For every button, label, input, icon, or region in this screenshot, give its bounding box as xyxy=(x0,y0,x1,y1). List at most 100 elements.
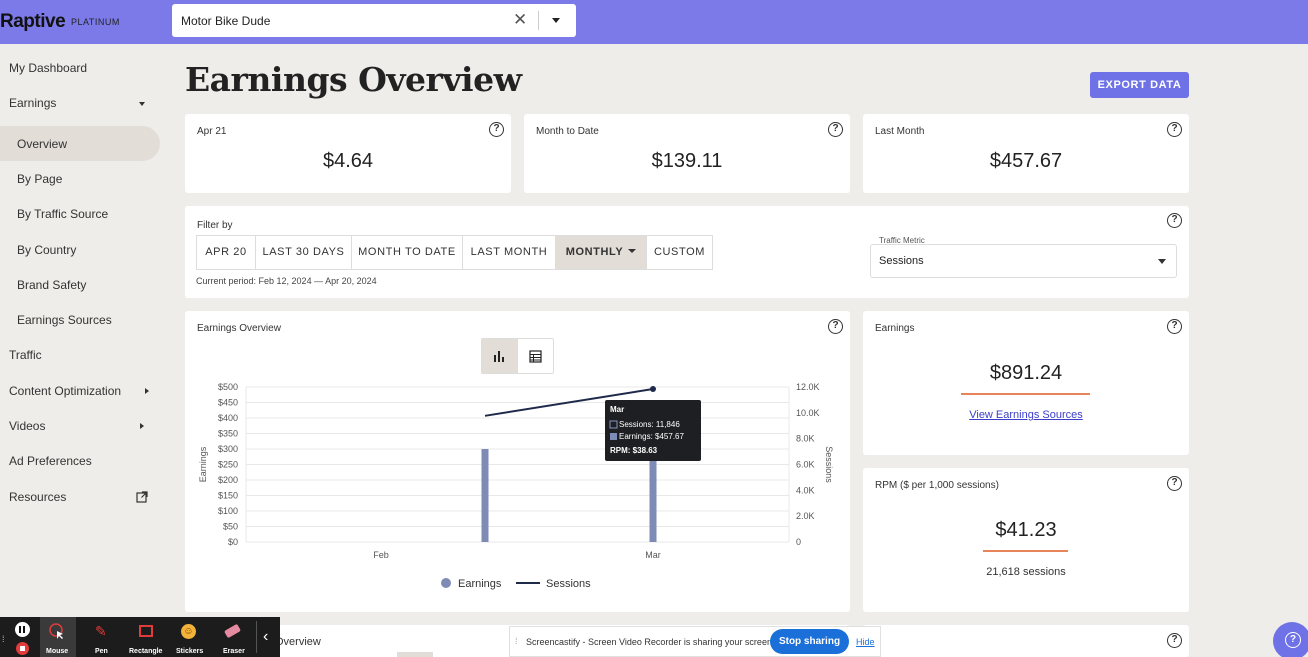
sidebar-item-by-traffic-source[interactable]: By Traffic Source xyxy=(17,207,108,221)
y-tick-label: $300 xyxy=(218,444,238,454)
bottom-card-title: Overview xyxy=(275,636,321,648)
x-tick-label: Mar xyxy=(645,550,661,560)
value-underline xyxy=(983,550,1068,552)
tooltip-rpm: RPM: $38.63 xyxy=(610,446,658,455)
earnings-total-value: $891.24 xyxy=(989,362,1063,384)
mouse-icon[interactable] xyxy=(49,623,66,640)
help-icon[interactable]: ? xyxy=(1167,633,1182,648)
tooltip-title: Mar xyxy=(610,405,624,414)
view-earnings-sources-link[interactable]: View Earnings Sources xyxy=(863,409,1189,421)
sidebar-item-traffic[interactable]: Traffic xyxy=(9,348,42,362)
pause-button[interactable] xyxy=(15,622,30,637)
sidebar-item-earnings[interactable]: Earnings xyxy=(9,96,56,110)
traffic-metric-value: Sessions xyxy=(879,255,924,267)
sidebar-item-overview[interactable]: Overview xyxy=(17,137,67,151)
stop-sharing-button[interactable]: Stop sharing xyxy=(770,629,849,654)
tool-label: Mouse xyxy=(46,648,69,655)
help-icon[interactable]: ? xyxy=(1167,122,1182,137)
legend-earnings-label: Earnings xyxy=(458,578,502,590)
stat-label: Month to Date xyxy=(536,126,599,137)
rpm-sessions: 21,618 sessions xyxy=(986,566,1066,578)
filter-monthly-label: MONTHLY xyxy=(565,246,624,258)
y2-tick-label: 4.0K xyxy=(796,485,815,495)
filter-custom-button[interactable]: CUSTOM xyxy=(646,235,713,270)
page-title: Earnings Overview xyxy=(185,60,522,99)
sidebar-item-by-country[interactable]: By Country xyxy=(17,243,76,257)
stickers-icon[interactable]: ☺ xyxy=(181,624,196,639)
filter-apr20-button[interactable]: APR 20 xyxy=(196,235,256,270)
selector-divider xyxy=(538,11,539,30)
legend-earnings-swatch xyxy=(441,578,451,588)
recorder-toolbar: ⁞ Mouse ✎ Pen Rectangle ☺ Stickers Erase… xyxy=(0,617,280,657)
tool-label: Pen xyxy=(95,648,108,655)
sidebar-item-videos[interactable]: Videos xyxy=(9,419,45,433)
site-selector[interactable]: Motor Bike Dude ✕ xyxy=(172,4,576,37)
collapse-chevron-icon[interactable]: ‹ xyxy=(263,628,268,646)
y2-tick-label: 10.0K xyxy=(796,408,820,418)
drag-handle-icon[interactable]: ⁞ xyxy=(2,634,5,644)
rectangle-icon[interactable] xyxy=(139,625,153,637)
y-tick-label: $450 xyxy=(218,398,238,408)
tier-badge: PLATINUM xyxy=(71,17,120,27)
sidebar-item-earnings-sources[interactable]: Earnings Sources xyxy=(17,313,112,327)
chevron-down-icon[interactable] xyxy=(552,18,560,23)
y2-tick-label: 6.0K xyxy=(796,460,815,470)
hide-link[interactable]: Hide xyxy=(856,637,875,647)
x-tick-label: Feb xyxy=(373,550,389,560)
stat-card-month-to-date: Month to Date ? $139.11 xyxy=(524,114,850,193)
stat-card-apr21: Apr 21 ? $4.64 xyxy=(185,114,511,193)
sidebar-item-resources[interactable]: Resources xyxy=(9,490,66,504)
y-tick-label: $150 xyxy=(218,491,238,501)
filter-monthly-button[interactable]: MONTHLY xyxy=(555,235,647,270)
earnings-card-title: Earnings xyxy=(875,323,915,334)
toolbar-divider xyxy=(256,621,257,653)
tool-label: Stickers xyxy=(176,648,204,655)
help-icon[interactable]: ? xyxy=(1167,476,1182,491)
clear-icon[interactable]: ✕ xyxy=(513,10,527,30)
drag-handle-icon[interactable]: ⁞ xyxy=(515,636,518,646)
help-icon[interactable]: ? xyxy=(1167,213,1182,228)
export-data-button[interactable]: EXPORT DATA xyxy=(1090,72,1189,98)
eraser-icon[interactable] xyxy=(224,623,241,639)
stat-label: Last Month xyxy=(875,126,925,137)
stop-record-button[interactable] xyxy=(16,642,29,655)
y-tick-label: $200 xyxy=(218,475,238,485)
earnings-chart: $500 $450 $400 $350 $300 $250 $200 $150 $100 $50 $… xyxy=(198,382,834,590)
y2-tick-label: 12.0K xyxy=(796,382,820,392)
y-tick-label: $50 xyxy=(223,522,238,532)
tooltip-earnings: Earnings: $457.67 xyxy=(619,432,684,441)
sidebar-item-ad-preferences[interactable]: Ad Preferences xyxy=(9,454,92,468)
chevron-down-icon xyxy=(139,102,145,106)
help-icon: ? xyxy=(1285,632,1301,648)
legend-sessions-label: Sessions xyxy=(546,578,591,590)
view-toggle-partial xyxy=(397,652,433,657)
help-icon[interactable]: ? xyxy=(828,122,843,137)
sidebar-item-content-optimization[interactable]: Content Optimization xyxy=(9,384,121,398)
floating-help-button[interactable]: ? xyxy=(1273,622,1308,657)
share-message: Screencastify - Screen Video Recorder is… xyxy=(526,637,775,647)
stat-card-last-month: Last Month ? $457.67 xyxy=(863,114,1189,193)
earnings-bar xyxy=(481,449,489,542)
rpm-card-title: RPM ($ per 1,000 sessions) xyxy=(875,480,999,491)
value-underline xyxy=(961,393,1090,395)
sidebar-item-brand-safety[interactable]: Brand Safety xyxy=(17,278,86,292)
top-bar: Raptive PLATINUM Motor Bike Dude ✕ xyxy=(0,0,1308,44)
pen-icon[interactable]: ✎ xyxy=(95,623,107,640)
raptive-logo[interactable]: Raptive xyxy=(0,11,66,33)
traffic-metric-select[interactable]: Sessions xyxy=(870,244,1177,278)
rpm-value: $41.23 xyxy=(995,519,1057,541)
filter-last-month-button[interactable]: LAST MONTH xyxy=(462,235,556,270)
tool-label: Eraser xyxy=(223,648,245,655)
help-icon[interactable]: ? xyxy=(1167,319,1182,334)
help-icon[interactable]: ? xyxy=(489,122,504,137)
external-link-icon xyxy=(136,491,148,503)
chevron-right-icon xyxy=(140,423,144,429)
stat-value: $4.64 xyxy=(322,150,374,172)
filter-last-30-days-button[interactable]: LAST 30 DAYS xyxy=(255,235,352,270)
filter-month-to-date-button[interactable]: MONTH TO DATE xyxy=(351,235,463,270)
current-period: Current period: Feb 12, 2024 — Apr 20, 2… xyxy=(196,276,377,286)
earnings-total-card: Earnings ? $891.24 View Earnings Sources xyxy=(863,311,1189,455)
sidebar-item-by-page[interactable]: By Page xyxy=(17,172,62,186)
y2-tick-label: 0 xyxy=(796,537,801,547)
sidebar-item-my-dashboard[interactable]: My Dashboard xyxy=(9,61,87,75)
